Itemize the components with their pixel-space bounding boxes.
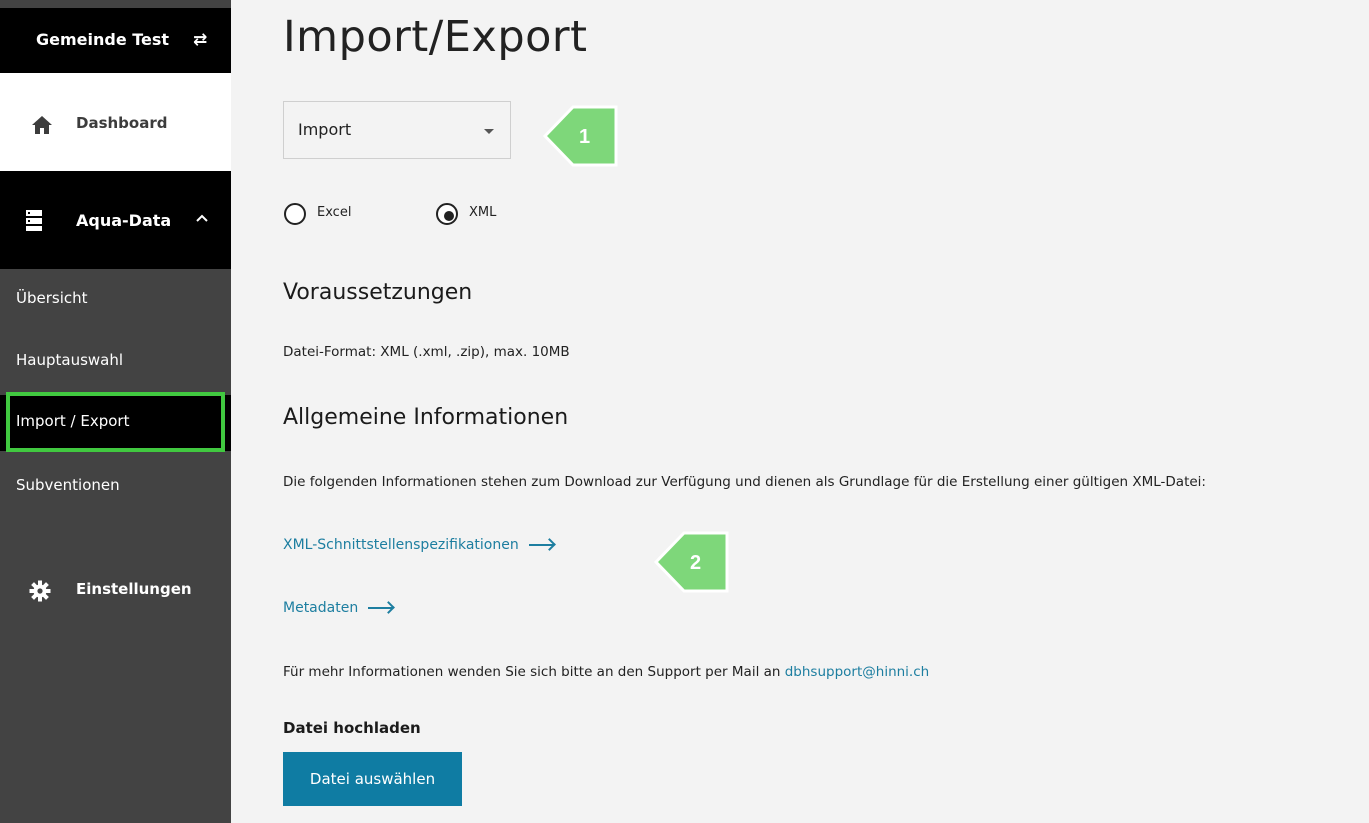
server-icon [26,210,42,231]
support-text: Für mehr Informationen wenden Sie sich b… [283,664,929,680]
radio-circle[interactable] [284,203,306,225]
sidebar-item-subventionen[interactable]: Subventionen [0,459,231,515]
sidebar-item-import-export[interactable]: Import / Export [0,395,231,451]
arrow-right-icon [528,544,553,546]
radio-label: XML [469,205,497,220]
radio-circle[interactable] [436,203,458,225]
radio-label: Excel [317,205,352,220]
requirements-heading: Voraussetzungen [283,280,473,305]
annotation-marker-number: 1 [579,126,591,148]
sidebar: Gemeinde Test ⇄ Dashboard Aqua-Data Über… [0,0,231,823]
info-heading: Allgemeine Informationen [283,405,569,430]
sidebar-item-dashboard[interactable]: Dashboard [0,73,231,171]
mode-select[interactable]: Import [283,101,511,159]
sidebar-item-label: Einstellungen [76,580,192,598]
link-label: XML-Schnittstellenspezifikationen [283,537,519,553]
sidebar-group-aqua-data[interactable]: Aqua-Data [0,171,231,269]
upload-label: Datei hochladen [283,719,421,737]
main-content: Import/Export Import 1 Excel XML Vorauss… [231,0,1369,823]
support-prefix: Für mehr Informationen wenden Sie sich b… [283,664,785,680]
annotation-marker-2: 2 [654,530,730,594]
tenant-name: Gemeinde Test [36,30,170,49]
choose-file-button[interactable]: Datei auswählen [283,752,462,806]
sidebar-item-label: Übersicht [16,289,88,307]
info-text: Die folgenden Informationen stehen zum D… [283,474,1206,490]
link-label: Metadaten [283,600,359,616]
tenant-switcher[interactable]: Gemeinde Test ⇄ [0,8,231,73]
arrow-right-icon [368,607,393,609]
caret-down-icon [484,129,494,134]
sidebar-item-label: Hauptauswahl [16,351,124,369]
link-xml-spec[interactable]: XML-Schnittstellenspezifikationen [283,537,553,553]
annotation-marker-number: 2 [690,552,702,574]
page-title: Import/Export [283,12,588,62]
requirements-text: Datei-Format: XML (.xml, .zip), max. 10M… [283,344,570,360]
annotation-marker-1: 1 [543,104,619,168]
sidebar-item-label: Import / Export [16,412,130,430]
sidebar-item-label: Subventionen [16,476,120,494]
sidebar-group-label: Aqua-Data [76,211,172,230]
sidebar-item-hauptauswahl[interactable]: Hauptauswahl [0,334,231,390]
gear-icon [29,580,51,602]
radio-dot [444,211,454,221]
sidebar-item-einstellungen[interactable]: Einstellungen [0,562,231,622]
mode-select-value: Import [298,120,352,139]
home-icon [32,116,52,134]
chevron-up-icon [196,214,208,222]
sidebar-item-uebersicht[interactable]: Übersicht [0,272,231,328]
link-metadaten[interactable]: Metadaten [283,600,393,616]
support-email-link[interactable]: dbhsupport@hinni.ch [785,664,929,680]
sidebar-item-label: Dashboard [76,114,168,132]
swap-arrows-icon: ⇄ [193,30,208,50]
